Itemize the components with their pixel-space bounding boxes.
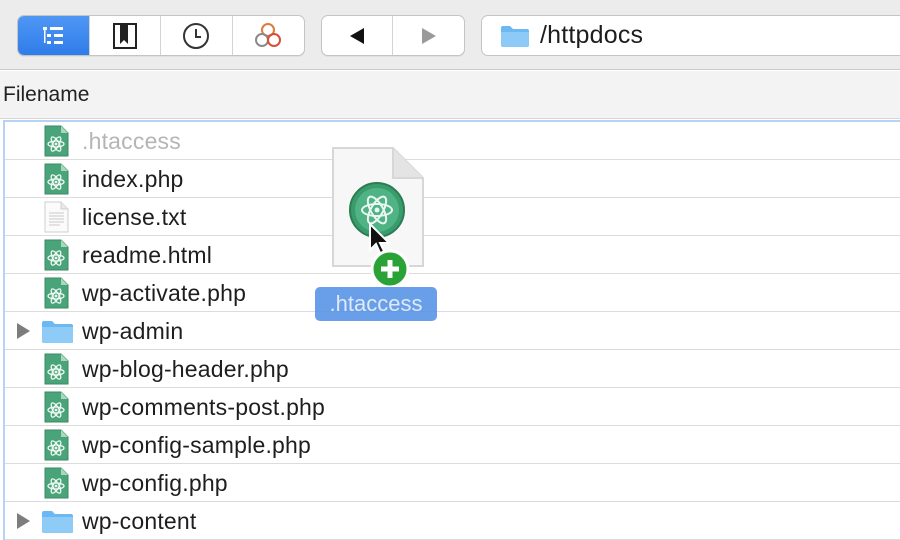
file-row[interactable]: wp-content [5, 502, 900, 540]
history-nav-control [321, 15, 465, 56]
bookmarks-button[interactable] [90, 16, 161, 55]
file-row[interactable]: wp-config.php [5, 464, 900, 502]
file-name: .htaccess [82, 128, 181, 154]
toolbar: /httpdocs [0, 0, 900, 70]
atom-file-icon [44, 353, 69, 385]
file-name: wp-comments-post.php [82, 394, 326, 420]
atom-file-icon [44, 239, 69, 271]
file-name: wp-blog-header.php [82, 356, 289, 382]
atom-file-icon [44, 163, 69, 195]
file-row[interactable]: .htaccess [5, 122, 900, 160]
disclosure-triangle-icon[interactable] [17, 513, 30, 529]
atom-file-icon [44, 277, 69, 309]
file-name: wp-config.php [82, 470, 228, 496]
atom-file-icon [44, 125, 69, 157]
back-arrow-icon [350, 27, 364, 44]
outline-view-icon [43, 26, 64, 44]
outline-view-button[interactable] [18, 16, 90, 55]
atom-file-icon [44, 391, 69, 423]
file-row[interactable]: index.php [5, 160, 900, 198]
bonjour-button[interactable] [233, 16, 305, 55]
file-row[interactable]: license.txt [5, 198, 900, 236]
forward-button[interactable] [393, 16, 464, 55]
file-row[interactable]: wp-blog-header.php [5, 350, 900, 388]
file-name: license.txt [82, 204, 187, 230]
history-button[interactable] [161, 16, 233, 55]
file-name: wp-content [82, 508, 197, 534]
column-header: Filename [0, 71, 900, 119]
atom-file-icon [44, 467, 69, 499]
filename-column-header[interactable]: Filename [3, 83, 89, 107]
bookmark-icon [112, 22, 137, 49]
file-row[interactable]: wp-comments-post.php [5, 388, 900, 426]
file-name: readme.html [82, 242, 213, 268]
file-list: .htaccess index.php license.txt readme.html… [3, 120, 900, 540]
file-row[interactable]: wp-activate.php [5, 274, 900, 312]
file-name: wp-activate.php [82, 280, 247, 306]
forward-arrow-icon [421, 27, 436, 44]
file-row[interactable]: wp-config-sample.php [5, 426, 900, 464]
bonjour-icon [255, 22, 282, 47]
text-file-icon [44, 201, 69, 233]
folder-icon [42, 511, 73, 533]
clock-icon [183, 22, 210, 49]
view-mode-segmented-control [17, 15, 305, 56]
disclosure-triangle-icon[interactable] [17, 323, 30, 339]
atom-file-icon [44, 429, 69, 461]
file-row[interactable]: wp-admin [5, 312, 900, 350]
back-button[interactable] [322, 16, 393, 55]
folder-icon [42, 321, 73, 343]
current-path: /httpdocs [540, 21, 644, 49]
file-name: wp-config-sample.php [82, 432, 312, 458]
copy-plus-icon [370, 249, 410, 289]
file-name: index.php [82, 166, 184, 192]
file-name: wp-admin [82, 318, 184, 344]
path-bar[interactable]: /httpdocs [481, 15, 900, 56]
dragged-file-label: .htaccess [315, 287, 437, 321]
file-row[interactable]: readme.html [5, 236, 900, 274]
folder-icon [501, 25, 529, 47]
